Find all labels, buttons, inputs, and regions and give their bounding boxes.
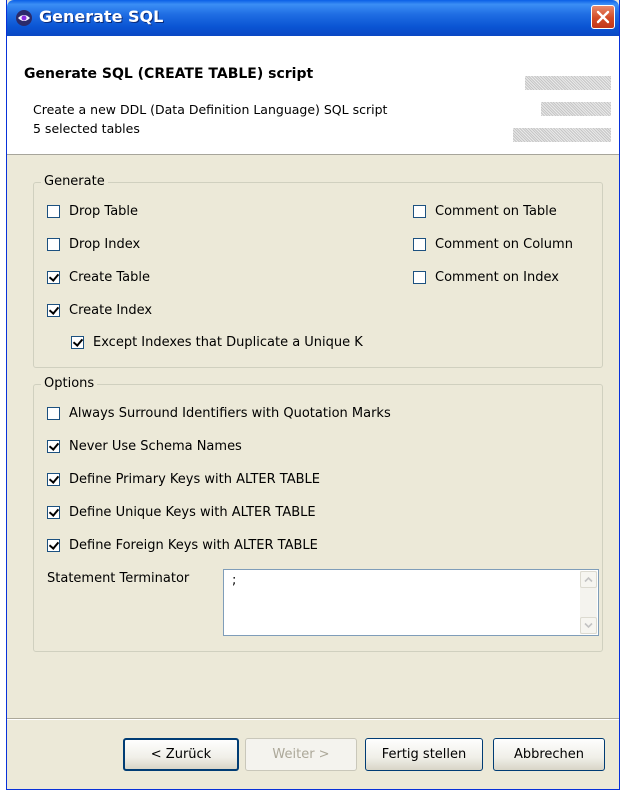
banner-graphic-middle bbox=[541, 102, 611, 116]
unique-keys-alter-checkbox[interactable]: Define Unique Keys with ALTER TABLE bbox=[47, 505, 316, 520]
drop-index-checkbox[interactable]: Drop Index bbox=[47, 237, 140, 252]
checkbox-box[interactable] bbox=[413, 238, 426, 251]
checkbox-box[interactable] bbox=[47, 407, 60, 420]
statement-terminator-label: Statement Terminator bbox=[47, 571, 190, 586]
drop-table-checkbox[interactable]: Drop Table bbox=[47, 204, 138, 219]
terminator-scrollbar[interactable] bbox=[580, 571, 597, 634]
chevron-down-icon bbox=[584, 622, 593, 629]
checkbox-box[interactable] bbox=[47, 539, 60, 552]
banner-description: Create a new DDL (Data Definition Langua… bbox=[33, 100, 387, 138]
comment-on-table-checkbox[interactable]: Comment on Table bbox=[413, 204, 557, 219]
checkbox-box[interactable] bbox=[47, 304, 60, 317]
comment-on-index-checkbox[interactable]: Comment on Index bbox=[413, 270, 559, 285]
primary-keys-alter-label: Define Primary Keys with ALTER TABLE bbox=[69, 472, 320, 487]
chevron-up-icon bbox=[584, 576, 593, 583]
except-duplicate-indexes-checkbox[interactable]: Except Indexes that Duplicate a Unique K bbox=[71, 335, 417, 350]
checkbox-box[interactable] bbox=[47, 506, 60, 519]
button-separator bbox=[7, 718, 619, 720]
drop-table-label: Drop Table bbox=[69, 204, 139, 219]
never-use-schema-checkbox[interactable]: Never Use Schema Names bbox=[47, 439, 242, 454]
statement-terminator-input[interactable]: ; bbox=[223, 569, 599, 636]
surround-identifiers-checkbox[interactable]: Always Surround Identifiers with Quotati… bbox=[47, 406, 391, 421]
scroll-down-button[interactable] bbox=[580, 617, 597, 634]
banner-title: Generate SQL (CREATE TABLE) script bbox=[24, 66, 314, 82]
create-table-label: Create Table bbox=[69, 270, 150, 285]
checkbox-box[interactable] bbox=[413, 205, 426, 218]
options-group-label: Options bbox=[41, 376, 98, 391]
checkbox-box[interactable] bbox=[47, 205, 60, 218]
banner-graphic-bottom bbox=[513, 128, 611, 142]
comment-on-table-label: Comment on Table bbox=[435, 204, 557, 219]
banner-description-line2: 5 selected tables bbox=[33, 121, 140, 136]
next-button[interactable]: Weiter > bbox=[245, 738, 357, 771]
drop-index-label: Drop Index bbox=[69, 237, 141, 252]
never-use-schema-label: Never Use Schema Names bbox=[69, 439, 242, 454]
except-duplicate-indexes-label: Except Indexes that Duplicate a Unique K bbox=[93, 335, 363, 350]
wizard-banner: Generate SQL (CREATE TABLE) script Creat… bbox=[7, 36, 619, 155]
scroll-up-button[interactable] bbox=[580, 571, 597, 588]
primary-keys-alter-checkbox[interactable]: Define Primary Keys with ALTER TABLE bbox=[47, 472, 320, 487]
comment-on-column-checkbox[interactable]: Comment on Column bbox=[413, 237, 573, 252]
banner-description-line1: Create a new DDL (Data Definition Langua… bbox=[33, 102, 388, 117]
window-title: Generate SQL bbox=[39, 7, 164, 26]
close-button[interactable] bbox=[591, 5, 615, 29]
generate-sql-dialog: Generate SQL Generate SQL (CREATE TABLE)… bbox=[6, 0, 620, 790]
cancel-button[interactable]: Abbrechen bbox=[493, 738, 605, 771]
generate-group-label: Generate bbox=[41, 174, 108, 189]
unique-keys-alter-label: Define Unique Keys with ALTER TABLE bbox=[69, 505, 316, 520]
create-index-label: Create Index bbox=[69, 303, 153, 318]
create-index-checkbox[interactable]: Create Index bbox=[47, 303, 152, 318]
back-button[interactable]: < Zurück bbox=[123, 738, 239, 771]
comment-on-index-label: Comment on Index bbox=[435, 270, 559, 285]
checkbox-box[interactable] bbox=[47, 473, 60, 486]
comment-on-column-label: Comment on Column bbox=[435, 237, 573, 252]
checkbox-box[interactable] bbox=[47, 440, 60, 453]
banner-graphic-top bbox=[525, 76, 611, 90]
surround-identifiers-label: Always Surround Identifiers with Quotati… bbox=[69, 406, 391, 421]
create-table-checkbox[interactable]: Create Table bbox=[47, 270, 150, 285]
checkbox-box[interactable] bbox=[71, 336, 84, 349]
statement-terminator-value: ; bbox=[232, 573, 237, 588]
app-icon bbox=[16, 10, 32, 26]
foreign-keys-alter-label: Define Foreign Keys with ALTER TABLE bbox=[69, 538, 318, 553]
title-bar[interactable]: Generate SQL bbox=[7, 0, 619, 36]
checkbox-box[interactable] bbox=[413, 271, 426, 284]
finish-button[interactable]: Fertig stellen bbox=[365, 738, 483, 771]
close-icon bbox=[596, 10, 610, 24]
checkbox-box[interactable] bbox=[47, 238, 60, 251]
checkbox-box[interactable] bbox=[47, 271, 60, 284]
foreign-keys-alter-checkbox[interactable]: Define Foreign Keys with ALTER TABLE bbox=[47, 538, 318, 553]
